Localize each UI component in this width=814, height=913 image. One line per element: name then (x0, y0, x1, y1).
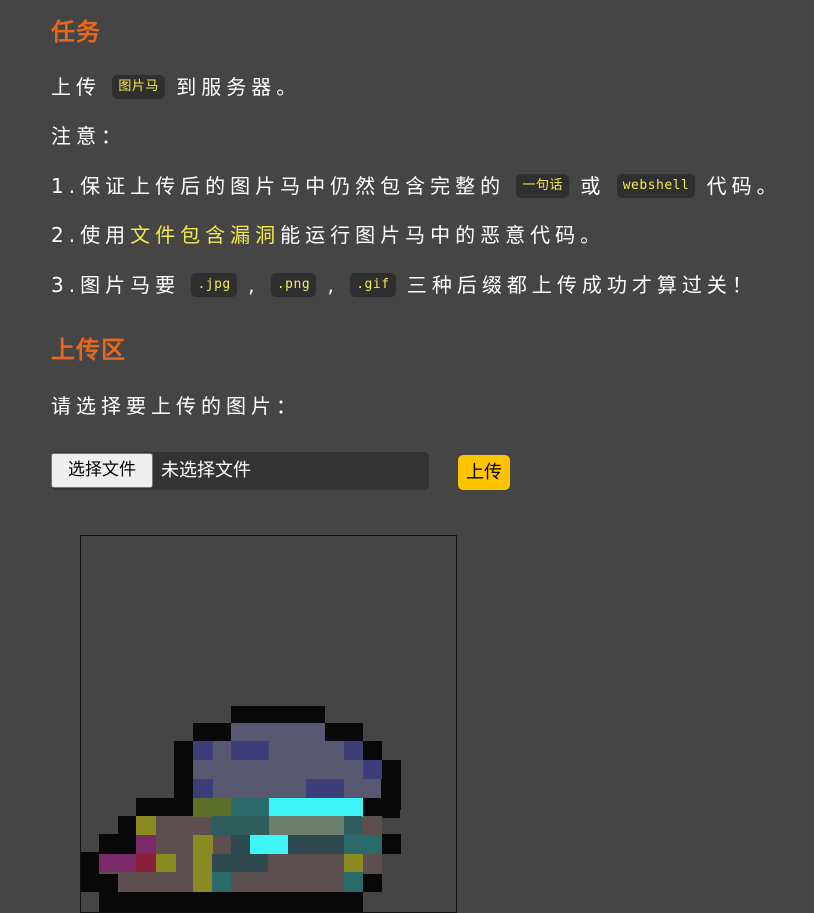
file-input[interactable]: 选择文件 未选择文件 (51, 452, 429, 490)
task-line-upload: 上传 图片马 到服务器。 (51, 73, 301, 101)
upload-prompt: 请选择要上传的图片： (51, 394, 301, 418)
code-tag-gif: .gif (350, 272, 396, 297)
choose-file-button[interactable]: 选择文件 (51, 453, 153, 488)
note-label: 注意： (51, 124, 126, 148)
task-item-2-post: 能运行图片马中的恶意代码。 (280, 223, 606, 247)
file-inclusion-highlight: 文件包含漏洞 (130, 223, 281, 247)
main-content: 任务 上传 图片马 到服务器。 注意： 1.保证上传后的图片马中仍然包含完整的 … (51, 0, 814, 913)
task-item-3-sep2: , (327, 273, 339, 297)
pixel-art-slime-icon (81, 706, 401, 912)
task-item-3-sep1: , (248, 273, 260, 297)
task-item-1: 1.保证上传后的图片马中仍然包含完整的 一句话 或 webshell 代码。 (51, 172, 782, 200)
task-item-1-post: 代码。 (706, 174, 782, 198)
image-preview (80, 535, 457, 913)
task-line-upload-pre: 上传 (51, 75, 101, 99)
task-line-upload-post: 到服务器。 (176, 75, 302, 99)
upload-button[interactable]: 上传 (458, 455, 510, 490)
code-tag-png: .png (270, 272, 317, 297)
task-item-2: 2.使用文件包含漏洞能运行图片马中的恶意代码。 (51, 221, 605, 249)
code-tag-webshell: webshell (616, 173, 696, 198)
task-heading: 任务 (51, 18, 101, 46)
code-tag-jpg: .jpg (191, 272, 237, 297)
task-item-1-pre: 1.保证上传后的图片马中仍然包含完整的 (51, 174, 506, 198)
code-tag-image-trojan: 图片马 (112, 74, 165, 99)
code-tag-one-liner: 一句话 (516, 173, 569, 198)
task-item-3: 3.图片马要 .jpg , .png , .gif 三种后缀都上传成功才算过关！ (51, 271, 757, 299)
task-item-3-post: 三种后缀都上传成功才算过关！ (406, 273, 757, 297)
task-item-1-mid: 或 (580, 174, 606, 198)
no-file-selected-text: 未选择文件 (161, 460, 251, 481)
upload-heading: 上传区 (51, 336, 126, 364)
task-item-2-pre: 2.使用 (51, 223, 131, 247)
task-item-3-pre: 3.图片马要 (51, 273, 181, 297)
